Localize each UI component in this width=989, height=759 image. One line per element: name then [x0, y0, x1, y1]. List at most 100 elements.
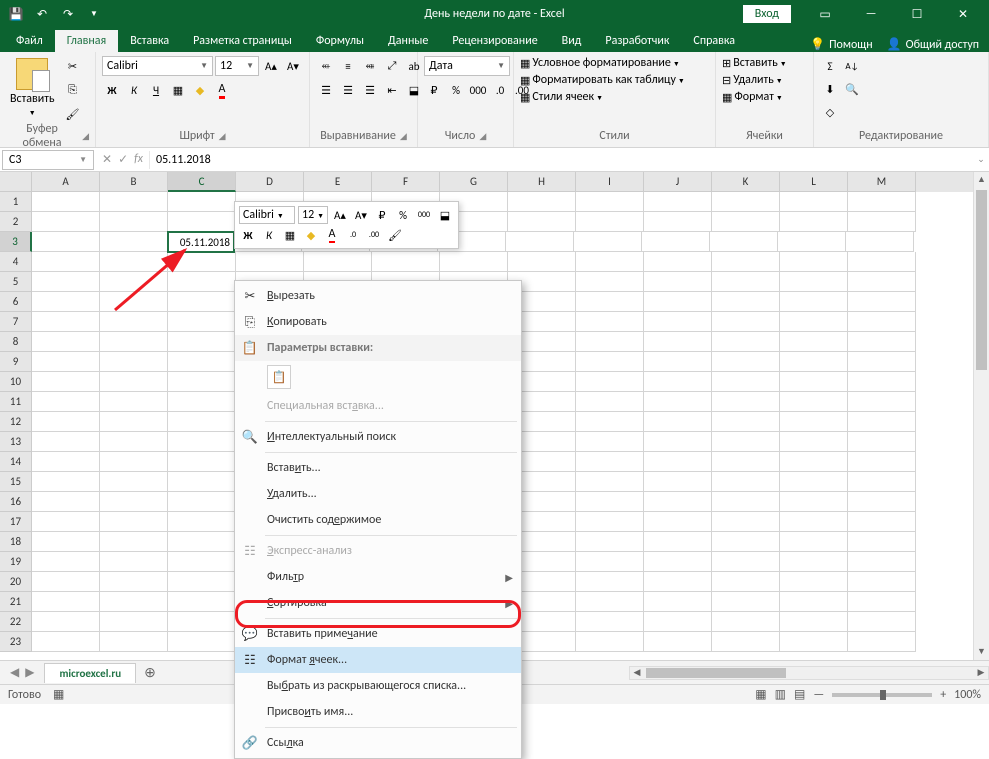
cell[interactable]	[32, 512, 100, 532]
cell[interactable]	[712, 372, 780, 392]
cell[interactable]	[846, 232, 914, 252]
cm-define-name[interactable]: Присвоить имя...	[235, 699, 521, 725]
cell[interactable]	[168, 472, 236, 492]
cell[interactable]	[168, 492, 236, 512]
cell[interactable]	[576, 612, 644, 632]
cell[interactable]	[712, 272, 780, 292]
cell[interactable]	[576, 332, 644, 352]
cell[interactable]	[712, 452, 780, 472]
name-box[interactable]: C3▼	[2, 150, 94, 170]
mt-size-combo[interactable]: 12▼	[298, 206, 328, 224]
row-header-21[interactable]: 21	[0, 592, 32, 612]
tab-file[interactable]: Файл	[4, 30, 55, 52]
cell[interactable]	[168, 392, 236, 412]
cm-cut[interactable]: ✂Вырезать	[235, 283, 521, 309]
cell[interactable]	[100, 252, 168, 272]
col-header-F[interactable]: F	[372, 172, 440, 192]
cell[interactable]	[576, 632, 644, 652]
tab-formulas[interactable]: Формулы	[304, 30, 376, 52]
align-center-button[interactable]: ☰	[338, 80, 358, 100]
vertical-scrollbar[interactable]: ▲ ▼	[973, 172, 989, 660]
col-header-J[interactable]: J	[644, 172, 712, 192]
clipboard-launcher[interactable]: ◢	[82, 131, 89, 142]
minimize-button[interactable]: —	[849, 0, 893, 28]
undo-button[interactable]: ↶	[30, 2, 54, 26]
cell[interactable]	[712, 632, 780, 652]
maximize-button[interactable]: ☐	[895, 0, 939, 28]
fill-button[interactable]: ⬇	[820, 79, 840, 99]
cell[interactable]	[780, 452, 848, 472]
cm-clear[interactable]: Очистить содержимое	[235, 507, 521, 533]
cm-smart-lookup[interactable]: 🔍Интеллектуальный поиск	[235, 424, 521, 450]
cell[interactable]	[848, 352, 916, 372]
row-header-11[interactable]: 11	[0, 392, 32, 412]
col-header-E[interactable]: E	[304, 172, 372, 192]
cell[interactable]	[32, 572, 100, 592]
cell[interactable]	[780, 212, 848, 232]
cell[interactable]	[848, 372, 916, 392]
row-header-10[interactable]: 10	[0, 372, 32, 392]
row-header-4[interactable]: 4	[0, 252, 32, 272]
cell[interactable]	[712, 472, 780, 492]
cell[interactable]	[32, 372, 100, 392]
cancel-formula-button[interactable]: ✕	[102, 152, 112, 167]
cell[interactable]	[100, 212, 168, 232]
cell[interactable]	[712, 392, 780, 412]
cell[interactable]	[32, 452, 100, 472]
cell[interactable]	[32, 632, 100, 652]
cell[interactable]	[100, 412, 168, 432]
cell[interactable]	[304, 252, 372, 272]
cell[interactable]	[848, 552, 916, 572]
cell[interactable]	[100, 592, 168, 612]
cell[interactable]	[32, 472, 100, 492]
cell[interactable]	[644, 192, 712, 212]
row-header-20[interactable]: 20	[0, 572, 32, 592]
mt-percent[interactable]: %	[394, 206, 412, 224]
cell[interactable]	[32, 432, 100, 452]
cell[interactable]	[100, 332, 168, 352]
cm-copy[interactable]: ⎘Копировать	[235, 309, 521, 335]
col-header-C[interactable]: C	[168, 172, 236, 192]
font-color-button[interactable]: A	[212, 80, 232, 100]
cell[interactable]	[100, 192, 168, 212]
row-header-6[interactable]: 6	[0, 292, 32, 312]
cell[interactable]	[576, 412, 644, 432]
align-bottom-button[interactable]: ⬵	[360, 56, 380, 76]
view-pagelayout-button[interactable]: ▥	[775, 687, 786, 702]
cell[interactable]	[712, 292, 780, 312]
cell[interactable]	[508, 252, 576, 272]
cell[interactable]	[712, 312, 780, 332]
accounting-button[interactable]: ₽	[424, 80, 444, 100]
cell[interactable]	[712, 432, 780, 452]
cell[interactable]	[644, 392, 712, 412]
row-header-16[interactable]: 16	[0, 492, 32, 512]
number-format-combo[interactable]: Дата▼	[424, 56, 510, 76]
mt-bold[interactable]: Ж	[239, 226, 257, 244]
insert-cells-button[interactable]: ⊞ Вставить ▼	[722, 56, 787, 70]
cm-format-cells[interactable]: ☷Формат ячеек...	[235, 647, 521, 673]
cell[interactable]	[576, 572, 644, 592]
zoom-in-button[interactable]: +	[940, 688, 946, 702]
sheet-nav-prev[interactable]: ◀	[10, 665, 19, 680]
cell[interactable]	[780, 492, 848, 512]
orientation-button[interactable]: ⤢	[382, 56, 402, 76]
cell[interactable]	[848, 332, 916, 352]
cell[interactable]	[32, 612, 100, 632]
select-all-corner[interactable]	[0, 172, 32, 192]
cell[interactable]	[712, 552, 780, 572]
row-header-1[interactable]: 1	[0, 192, 32, 212]
cm-paste-special[interactable]: Специальная вставка...	[235, 393, 521, 419]
cell[interactable]	[32, 252, 100, 272]
login-button[interactable]: Вход	[743, 5, 791, 23]
formula-input[interactable]: 05.11.2018	[149, 151, 973, 169]
cm-insert[interactable]: Вставить...	[235, 455, 521, 481]
cell[interactable]	[168, 212, 236, 232]
cell[interactable]	[780, 512, 848, 532]
cell[interactable]	[32, 272, 100, 292]
cell[interactable]	[712, 572, 780, 592]
font-name-combo[interactable]: Calibri▼	[102, 56, 213, 76]
format-cells-button[interactable]: ▦ Формат ▼	[722, 90, 783, 104]
cell-styles-button[interactable]: ▦ Стили ячеек ▼	[520, 90, 603, 104]
cell[interactable]	[100, 272, 168, 292]
cell[interactable]	[712, 352, 780, 372]
